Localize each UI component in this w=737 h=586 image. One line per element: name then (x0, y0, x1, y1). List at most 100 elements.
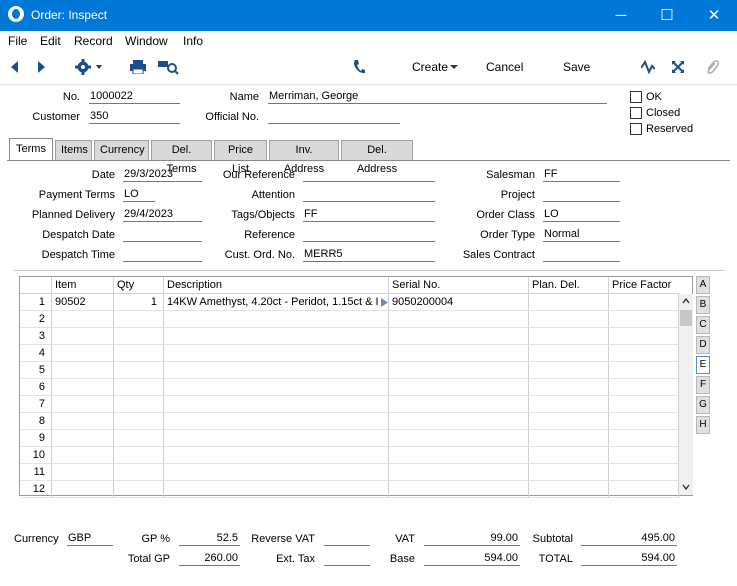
vat-field[interactable]: 99.00 (424, 532, 520, 546)
cell-qty[interactable] (114, 481, 164, 498)
cell-item[interactable] (52, 362, 114, 379)
cell-serial-no[interactable] (389, 396, 529, 413)
previous-record-icon[interactable] (9, 60, 19, 74)
cust-ord-no-field[interactable]: MERR5 (303, 248, 435, 262)
tab-items[interactable]: Items (55, 140, 92, 160)
scrollbar-thumb[interactable] (680, 310, 692, 326)
scroll-up-icon[interactable] (682, 298, 690, 304)
cell-plan-del[interactable] (529, 328, 609, 345)
cell-plan-del[interactable] (529, 430, 609, 447)
cell-serial-no[interactable] (389, 481, 529, 498)
cell-price-factor[interactable] (609, 362, 679, 379)
cell-description[interactable] (164, 413, 389, 430)
cell-serial-no[interactable] (389, 447, 529, 464)
cell-description[interactable] (164, 430, 389, 447)
attention-field[interactable] (303, 188, 435, 202)
menu-file[interactable]: File (8, 34, 27, 48)
cell-price-factor[interactable] (609, 345, 679, 362)
gp-pct-field[interactable]: 52.5 (179, 532, 240, 546)
cell-serial-no[interactable]: 9050200004 (389, 294, 529, 311)
cell-price-factor[interactable] (609, 430, 679, 447)
grid-header-item[interactable]: Item (52, 277, 114, 294)
cell-price-factor[interactable] (609, 413, 679, 430)
cell-price-factor[interactable] (609, 311, 679, 328)
cell-item[interactable] (52, 379, 114, 396)
our-reference-field[interactable] (303, 168, 435, 182)
reserved-checkbox[interactable] (630, 123, 642, 135)
cell-qty[interactable] (114, 413, 164, 430)
cell-item[interactable] (52, 430, 114, 447)
menu-edit[interactable]: Edit (40, 34, 61, 48)
menu-info[interactable]: Info (183, 34, 203, 48)
project-field[interactable] (543, 188, 620, 202)
chevron-down-icon[interactable] (450, 65, 458, 70)
official-no-field[interactable] (268, 110, 400, 124)
order-class-field[interactable]: LO (543, 208, 620, 222)
cell-description[interactable] (164, 362, 389, 379)
cell-qty[interactable] (114, 379, 164, 396)
save-button[interactable]: Save (563, 60, 590, 74)
despatch-time-field[interactable] (123, 248, 202, 262)
reference-field[interactable] (303, 228, 435, 242)
base-field[interactable]: 594.00 (424, 552, 520, 566)
cell-item[interactable] (52, 413, 114, 430)
cell-qty[interactable] (114, 345, 164, 362)
tab-del-terms[interactable]: Del. Terms (151, 140, 212, 175)
cell-item[interactable] (52, 464, 114, 481)
expand-icon[interactable] (671, 60, 685, 74)
cell-plan-del[interactable] (529, 413, 609, 430)
grid-header-price-factor[interactable]: Price Factor (609, 277, 679, 294)
grid-header-qty[interactable]: Qty (114, 277, 164, 294)
side-tab-b[interactable]: B (696, 296, 710, 314)
side-tab-d[interactable]: D (696, 336, 710, 354)
total-field[interactable]: 594.00 (581, 552, 677, 566)
grid-header-description[interactable]: Description (164, 277, 389, 294)
cell-description[interactable] (164, 447, 389, 464)
cell-plan-del[interactable] (529, 396, 609, 413)
attachment-icon[interactable] (705, 59, 719, 75)
salesman-field[interactable]: FF (543, 168, 620, 182)
cell-qty[interactable]: 1 (114, 294, 164, 311)
cell-price-factor[interactable] (609, 481, 679, 498)
order-number-field[interactable]: 1000022 (89, 90, 180, 104)
cell-plan-del[interactable] (529, 311, 609, 328)
subtotal-field[interactable]: 495.00 (581, 532, 677, 546)
date-field[interactable]: 29/3/2023 (123, 168, 202, 182)
cell-qty[interactable] (114, 362, 164, 379)
cell-plan-del[interactable] (529, 464, 609, 481)
ext-tax-field[interactable] (324, 552, 370, 566)
tab-terms[interactable]: Terms (9, 138, 53, 160)
cell-item[interactable] (52, 328, 114, 345)
cell-qty[interactable] (114, 430, 164, 447)
next-record-icon[interactable] (37, 60, 47, 74)
cell-description[interactable] (164, 396, 389, 413)
menu-record[interactable]: Record (74, 34, 113, 48)
cell-plan-del[interactable] (529, 362, 609, 379)
sales-contract-field[interactable] (543, 248, 620, 262)
cell-qty[interactable] (114, 464, 164, 481)
side-tab-f[interactable]: F (696, 376, 710, 394)
minimize-button[interactable]: ─ (598, 0, 644, 31)
cell-serial-no[interactable] (389, 464, 529, 481)
name-field[interactable]: Merriman, George (268, 90, 607, 104)
cell-qty[interactable] (114, 328, 164, 345)
cell-qty[interactable] (114, 311, 164, 328)
grid-header-serial-no[interactable]: Serial No. (389, 277, 529, 294)
cell-serial-no[interactable] (389, 328, 529, 345)
cell-serial-no[interactable] (389, 362, 529, 379)
side-tab-a[interactable]: A (696, 276, 710, 294)
cell-serial-no[interactable] (389, 345, 529, 362)
cell-price-factor[interactable] (609, 464, 679, 481)
cell-qty[interactable] (114, 396, 164, 413)
cell-item[interactable] (52, 311, 114, 328)
cell-serial-no[interactable] (389, 413, 529, 430)
planned-delivery-field[interactable]: 29/4/2023 (123, 208, 202, 222)
cell-item[interactable] (52, 345, 114, 362)
cell-item[interactable] (52, 396, 114, 413)
cell-qty[interactable] (114, 447, 164, 464)
cell-price-factor[interactable] (609, 328, 679, 345)
cell-description[interactable]: 14KW Amethyst, 4.20ct - Peridot, 1.15ct … (164, 294, 389, 311)
cell-plan-del[interactable] (529, 481, 609, 498)
currency-field[interactable]: GBP (67, 532, 113, 546)
customer-field[interactable]: 350 (89, 110, 180, 124)
